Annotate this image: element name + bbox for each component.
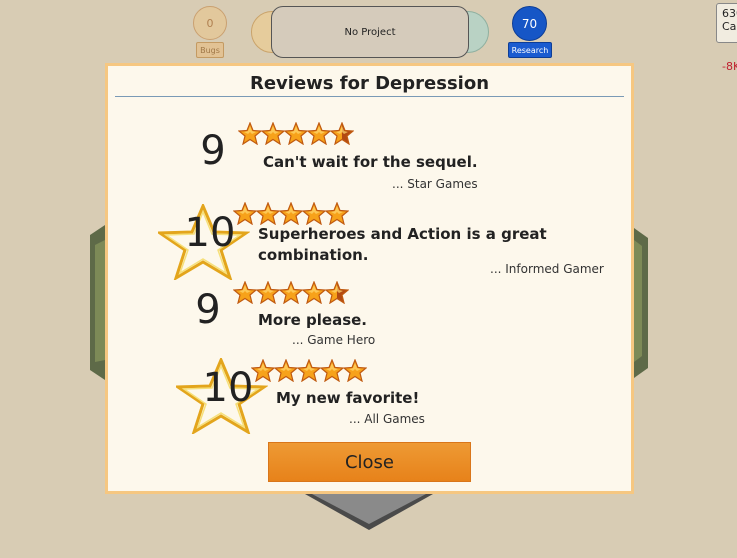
- star-full-icon: [256, 281, 280, 304]
- review-quote: Superheroes and Action is a great combin…: [258, 224, 547, 266]
- review-stars: [251, 359, 367, 382]
- right-wall-picture: [634, 240, 642, 362]
- star-full-icon: [233, 202, 257, 225]
- review-item: 9 Can't wait for the sequel. ... Star Ga…: [108, 66, 631, 491]
- project-status-panel[interactable]: No Project: [271, 6, 469, 58]
- review-quote: More please.: [258, 311, 367, 329]
- review-stars: [233, 281, 349, 304]
- research-value: 70: [521, 16, 538, 31]
- star-full-icon: [343, 359, 367, 382]
- project-label: No Project: [344, 26, 396, 38]
- bugs-label: Bugs: [196, 42, 224, 58]
- star-full-icon: [238, 122, 262, 145]
- star-full-icon: [302, 202, 326, 225]
- reviews-dialog: Reviews for Depression 9 Can't wait for …: [105, 63, 634, 494]
- review-author: ... Game Hero: [292, 333, 376, 347]
- review-item: 10 Superheroes and Action is a great com…: [108, 66, 631, 491]
- star-full-icon: [279, 202, 303, 225]
- review-quote: My new favorite!: [276, 389, 420, 407]
- review-item: 9 More please. ... Game Hero: [108, 66, 631, 491]
- left-wall-picture: [95, 240, 105, 362]
- cash-value: 630: [722, 7, 737, 20]
- review-score: 10: [202, 365, 254, 411]
- review-quote-line: Superheroes and Action is a great: [258, 225, 547, 243]
- star-full-icon: [307, 122, 331, 145]
- review-score: 9: [200, 128, 226, 174]
- cash-label: Ca: [722, 20, 737, 33]
- review-quote: Can't wait for the sequel.: [263, 153, 478, 171]
- high-score-star-badge-icon: [158, 204, 250, 280]
- star-full-icon: [302, 281, 326, 304]
- title-divider: [115, 96, 624, 97]
- star-full-icon: [251, 359, 275, 382]
- research-label: Research: [508, 42, 552, 58]
- review-item: 10 My new favorite! ... All Games: [108, 66, 631, 491]
- close-button[interactable]: Close: [268, 442, 471, 482]
- review-stars: [238, 122, 354, 145]
- star-full-icon: [274, 359, 298, 382]
- review-author: ... Informed Gamer: [490, 262, 604, 276]
- review-quote-line: combination.: [258, 246, 369, 264]
- star-full-icon: [320, 359, 344, 382]
- review-score: 9: [195, 287, 221, 333]
- review-author: ... Star Games: [392, 177, 478, 191]
- star-full-icon: [261, 122, 285, 145]
- star-full-icon: [297, 359, 321, 382]
- bugs-value: 0: [206, 16, 214, 30]
- star-full-icon: [325, 202, 349, 225]
- high-score-star-badge-icon: [176, 358, 268, 434]
- star-full-icon: [233, 281, 257, 304]
- review-author: ... All Games: [349, 412, 425, 426]
- review-score: 10: [184, 210, 236, 256]
- cash-panel[interactable]: 630 Ca: [716, 3, 737, 43]
- star-full-icon: [256, 202, 280, 225]
- star-full-icon: [284, 122, 308, 145]
- star-half-icon: [330, 122, 354, 145]
- star-full-icon: [279, 281, 303, 304]
- star-half-icon: [325, 281, 349, 304]
- cash-delta: -8K: [722, 60, 737, 73]
- review-stars: [233, 202, 349, 225]
- research-counter[interactable]: 70: [512, 6, 547, 41]
- dialog-title: Reviews for Depression: [249, 73, 490, 94]
- bugs-counter[interactable]: 0: [193, 6, 227, 40]
